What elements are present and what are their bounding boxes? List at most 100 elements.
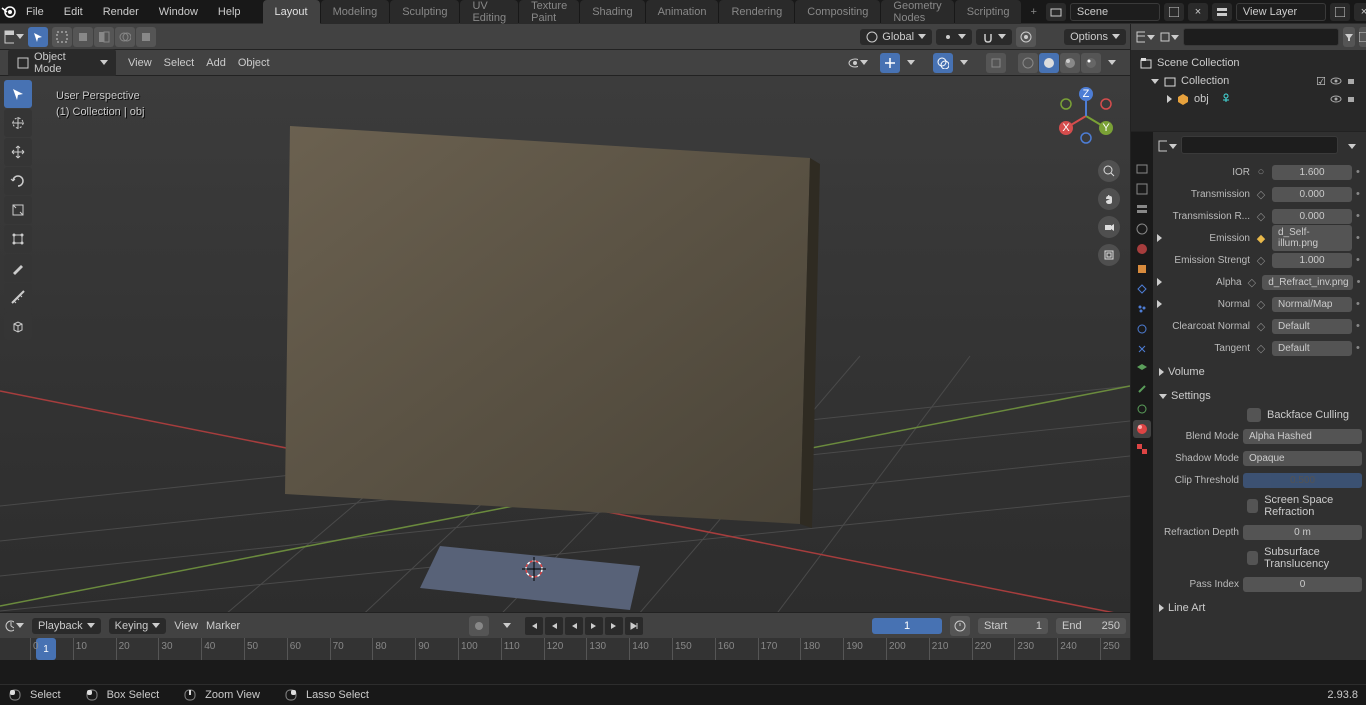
ptab-texture[interactable]	[1133, 440, 1151, 458]
end-frame-field[interactable]: End250	[1056, 618, 1126, 634]
tab-uv-editing[interactable]: UV Editing	[460, 0, 518, 24]
select-intersect-icon[interactable]	[115, 27, 135, 47]
menu-window[interactable]: Window	[149, 0, 208, 24]
expand-icon[interactable]	[1157, 300, 1162, 308]
ptab-physics[interactable]	[1133, 320, 1151, 338]
options-dropdown[interactable]: Options	[1064, 29, 1126, 45]
select-subtract-icon[interactable]	[136, 27, 156, 47]
gizmo-toggle-icon[interactable]	[880, 53, 900, 73]
tab-animation[interactable]: Animation	[646, 0, 719, 24]
socket-dot[interactable]: ◇	[1254, 342, 1268, 355]
backface-culling-checkbox[interactable]: Backface Culling	[1157, 406, 1362, 424]
tool-rotate[interactable]	[4, 167, 32, 195]
ptab-output[interactable]	[1133, 180, 1151, 198]
socket-dot[interactable]: ○	[1254, 166, 1268, 178]
tool-move[interactable]	[4, 138, 32, 166]
properties-editor-type[interactable]	[1157, 136, 1177, 156]
expand-icon[interactable]	[1157, 234, 1162, 242]
prop-value-2[interactable]: 0.000	[1272, 209, 1352, 224]
editor-type-dropdown[interactable]	[4, 27, 24, 47]
properties-options[interactable]	[1342, 136, 1362, 156]
tool-select-box[interactable]	[4, 80, 32, 108]
timeline-marker-menu[interactable]: Marker	[206, 620, 240, 632]
tool-transform[interactable]	[4, 225, 32, 253]
autokey-toggle[interactable]	[469, 616, 489, 636]
pivot-dropdown[interactable]	[936, 29, 972, 45]
shading-dropdown[interactable]	[1102, 53, 1122, 73]
hide-viewport-icon[interactable]	[1330, 75, 1342, 88]
proportional-edit-icon[interactable]	[1016, 27, 1036, 47]
pan-button[interactable]	[1098, 188, 1120, 210]
gizmo-dropdown[interactable]	[901, 53, 921, 73]
tool-annotate[interactable]	[4, 254, 32, 282]
shading-material-icon[interactable]	[1060, 53, 1080, 73]
ptab-viewlayer[interactable]	[1133, 200, 1151, 218]
cursor-tool-icon[interactable]	[28, 27, 48, 47]
socket-dot[interactable]: ◇	[1254, 254, 1268, 267]
autokey-dropdown[interactable]	[497, 616, 517, 636]
perspective-toggle-button[interactable]	[1098, 244, 1120, 266]
expand-icon[interactable]	[1157, 278, 1162, 286]
outliner-display-mode[interactable]	[1159, 27, 1179, 47]
prop-value-7[interactable]: Default	[1272, 319, 1352, 334]
section-volume[interactable]: Volume	[1157, 362, 1362, 382]
scene-browse-button[interactable]	[1046, 3, 1066, 21]
start-frame-field[interactable]: Start1	[978, 618, 1048, 634]
snap-dropdown[interactable]	[976, 29, 1012, 45]
jump-end-button[interactable]	[625, 617, 643, 635]
frame-lock-icon[interactable]	[950, 616, 970, 636]
ptab-scene[interactable]	[1133, 220, 1151, 238]
socket-dot[interactable]: ◇	[1254, 210, 1268, 223]
scene-name-field[interactable]: Scene	[1070, 3, 1160, 21]
viewlayer-name-field[interactable]: View Layer	[1236, 3, 1326, 21]
play-button[interactable]	[585, 617, 603, 635]
screen-space-refraction-checkbox[interactable]: Screen Space Refraction	[1157, 492, 1362, 520]
prop-value-1[interactable]: 0.000	[1272, 187, 1352, 202]
tab-modeling[interactable]: Modeling	[321, 0, 390, 24]
shading-rendered-icon[interactable]	[1081, 53, 1101, 73]
ptab-modifiers[interactable]	[1133, 280, 1151, 298]
prop-value-8[interactable]: Default	[1272, 341, 1352, 356]
visibility-dropdown[interactable]	[848, 53, 868, 73]
new-viewlayer-button[interactable]	[1330, 3, 1350, 21]
properties-search-input[interactable]	[1181, 136, 1338, 154]
prop-value-6[interactable]: Normal/Map	[1272, 297, 1352, 312]
outliner-editor-type[interactable]	[1135, 27, 1155, 47]
zoom-button[interactable]	[1098, 160, 1120, 182]
tab-compositing[interactable]: Compositing	[795, 0, 880, 24]
exclude-checkbox[interactable]: ☑	[1316, 75, 1326, 88]
tab-sculpting[interactable]: Sculpting	[390, 0, 459, 24]
tab-layout[interactable]: Layout	[263, 0, 320, 24]
pass-index-field[interactable]: 0	[1243, 577, 1362, 592]
next-keyframe-button[interactable]	[605, 617, 623, 635]
prop-value-5[interactable]: d_Refract_inv.png	[1262, 275, 1352, 290]
orientation-dropdown[interactable]: Global	[860, 29, 932, 45]
overlay-toggle-icon[interactable]	[933, 53, 953, 73]
tab-scripting[interactable]: Scripting	[955, 0, 1022, 24]
play-reverse-button[interactable]	[565, 617, 583, 635]
add-menu[interactable]: Add	[206, 57, 226, 69]
disable-render-icon[interactable]	[1346, 93, 1358, 105]
menu-help[interactable]: Help	[208, 0, 251, 24]
tree-collection[interactable]: Collection ☑	[1135, 72, 1362, 90]
delete-viewlayer-button[interactable]: ×	[1354, 3, 1366, 21]
section-settings[interactable]: Settings	[1157, 386, 1362, 406]
playhead[interactable]: 1	[36, 638, 56, 660]
menu-file[interactable]: File	[16, 0, 54, 24]
ptab-material[interactable]	[1133, 420, 1151, 438]
socket-dot[interactable]: ◇	[1254, 188, 1268, 201]
viewlayer-browse-button[interactable]	[1212, 3, 1232, 21]
outliner-search-input[interactable]	[1183, 28, 1339, 46]
socket-dot[interactable]: ◇	[1254, 320, 1268, 333]
refraction-depth-field[interactable]: 0 m	[1243, 525, 1362, 540]
ptab-constraints[interactable]	[1133, 340, 1151, 358]
prev-keyframe-button[interactable]	[545, 617, 563, 635]
select-box-icon[interactable]	[73, 27, 93, 47]
tool-measure[interactable]	[4, 283, 32, 311]
tab-texture-paint[interactable]: Texture Paint	[519, 0, 579, 24]
xray-toggle-icon[interactable]	[986, 53, 1006, 73]
new-scene-button[interactable]	[1164, 3, 1184, 21]
playback-menu[interactable]: Playback	[32, 618, 101, 634]
select-invert-icon[interactable]	[94, 27, 114, 47]
tool-cursor[interactable]	[4, 109, 32, 137]
